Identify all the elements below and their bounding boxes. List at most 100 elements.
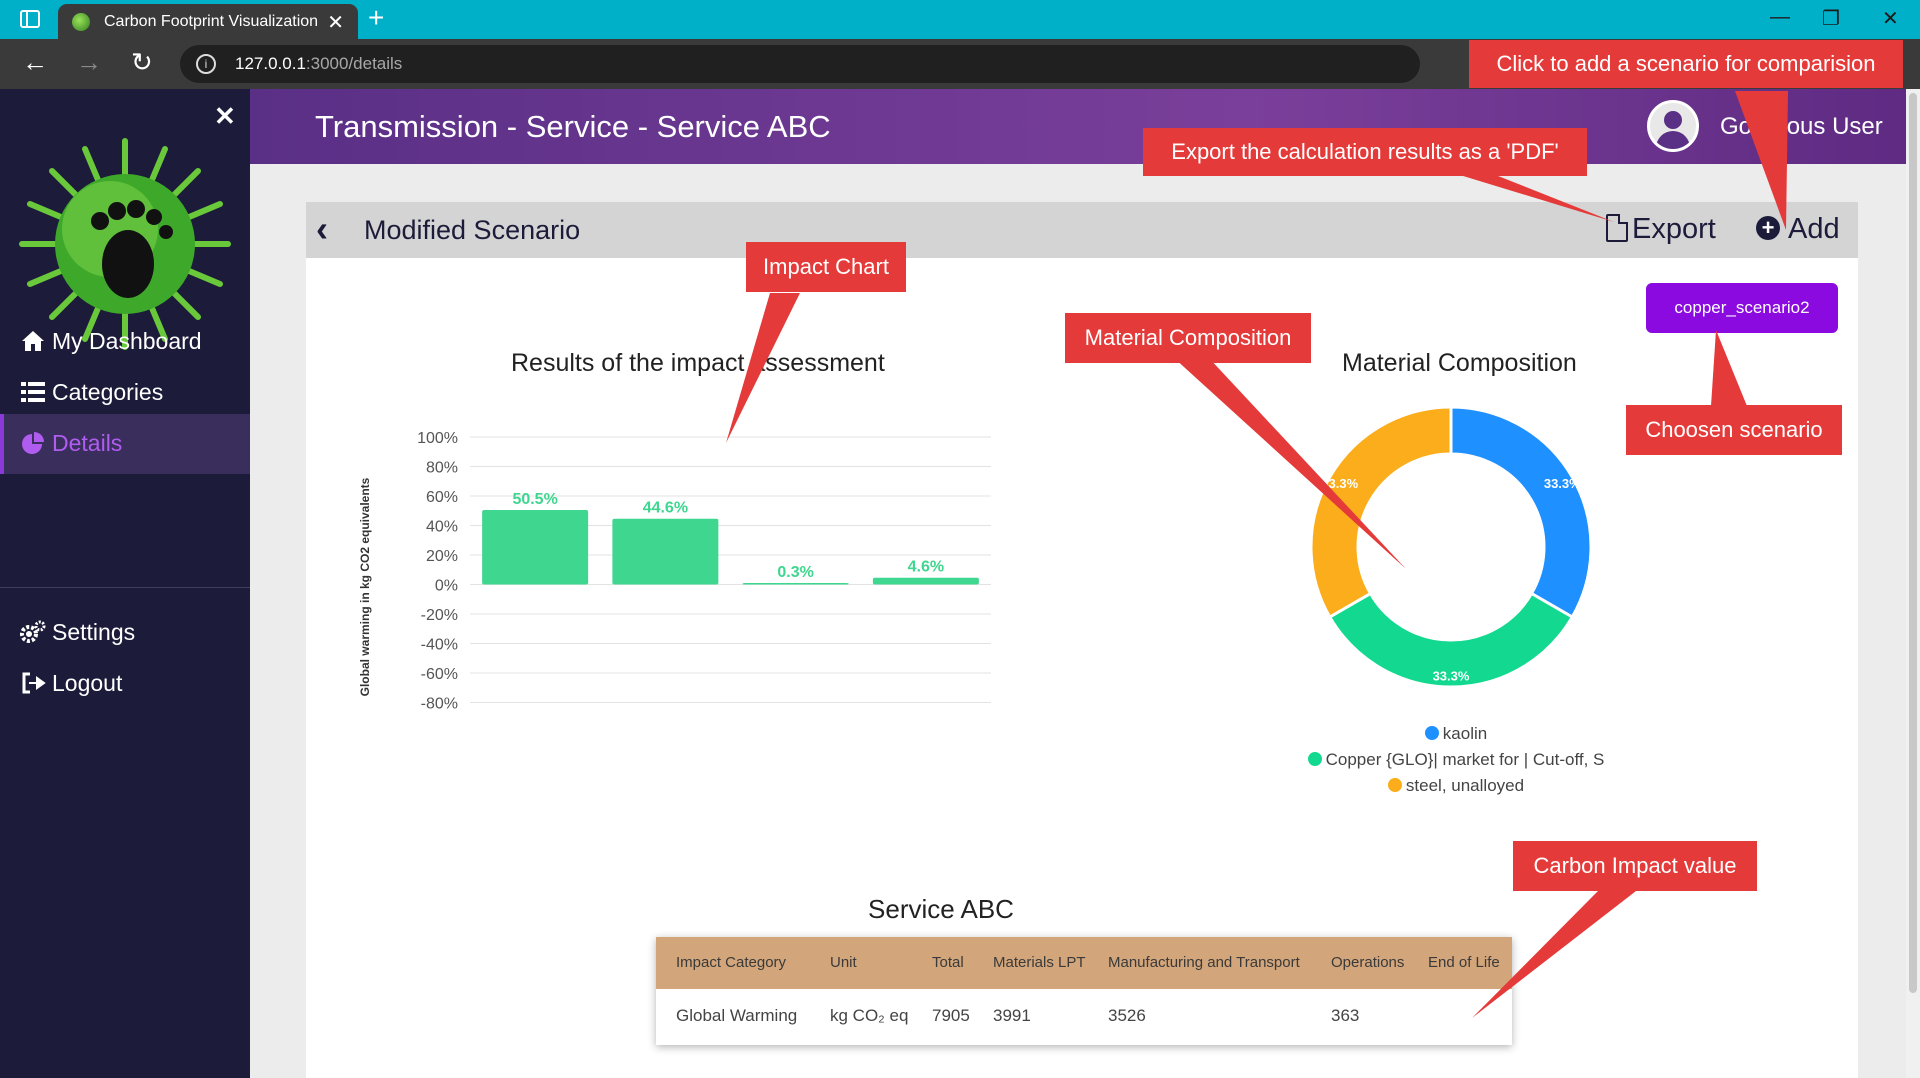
legend-dot-icon xyxy=(1387,778,1402,792)
table-cell: 7905 xyxy=(932,1006,970,1025)
logout-icon xyxy=(22,672,46,694)
table-header-cell: Operations xyxy=(1331,954,1405,971)
table-header-cell: Impact Category xyxy=(676,954,787,971)
donut-slice[interactable] xyxy=(1449,405,1593,620)
url-text: 127.0.0.1:3000/details xyxy=(235,54,403,73)
bar[interactable] xyxy=(872,577,979,585)
annotation-chosen-scenario: Choosen scenario xyxy=(1626,405,1842,455)
pie-chart-icon xyxy=(22,432,44,454)
sidebar-item-label: Details xyxy=(52,430,123,456)
slice-data-label: 33.3% xyxy=(1544,476,1581,491)
slice-data-label: 33.3% xyxy=(1433,669,1470,684)
home-icon xyxy=(22,331,44,351)
annotation-add: Click to add a scenario for comparision xyxy=(1469,40,1903,88)
table-cell: 363 xyxy=(1331,1006,1360,1025)
y-tick-label: -80% xyxy=(421,696,458,713)
material-donut-chart: 33.3% 33.3% 33.3% xyxy=(1309,405,1593,689)
bar[interactable] xyxy=(482,510,589,585)
legend-item[interactable]: kaolin xyxy=(1206,721,1706,747)
y-tick-label: 100% xyxy=(417,430,458,447)
tab-title: Carbon Footprint Visualization xyxy=(104,13,319,30)
donut-slice[interactable] xyxy=(1309,405,1453,620)
y-tick-label: 20% xyxy=(426,548,458,565)
scenario-title: Modified Scenario xyxy=(364,215,581,245)
favicon-icon xyxy=(72,13,90,31)
add-scenario-button[interactable]: + Add xyxy=(1756,213,1840,246)
y-tick-label: 80% xyxy=(426,460,458,477)
pie-chart-title: Material Composition xyxy=(1342,349,1577,377)
y-tick-label: -40% xyxy=(421,637,458,654)
gears-icon xyxy=(20,620,46,643)
bar-data-label: 4.6% xyxy=(908,559,944,576)
sidebar: ✕ My Dashboard Categories Details Settin… xyxy=(0,89,250,1078)
y-tick-label: -60% xyxy=(421,666,458,683)
user-avatar-icon[interactable] xyxy=(1647,100,1699,152)
page-header: Transmission - Service - Service ABC Gor… xyxy=(250,89,1920,164)
chosen-scenario-button[interactable]: copper_scenario2 xyxy=(1646,283,1838,333)
bar[interactable] xyxy=(742,583,849,585)
page-scrollbar[interactable] xyxy=(1906,89,1920,1078)
table-header-cell: Manufacturing and Transport xyxy=(1108,954,1300,971)
table-header-cell: Total xyxy=(932,954,964,971)
sidebar-item-label: My Dashboard xyxy=(52,328,202,354)
tab-close-icon[interactable]: ✕ xyxy=(327,10,344,35)
list-icon xyxy=(21,382,45,402)
site-info-icon[interactable]: i xyxy=(196,54,216,74)
annotation-impact-chart: Impact Chart xyxy=(746,242,906,292)
scenario-toolbar: ‹ Modified Scenario Export + Add xyxy=(306,202,1858,258)
pdf-file-icon xyxy=(1606,214,1628,242)
sidebar-item-details[interactable]: Details xyxy=(0,414,250,474)
url-field[interactable]: i 127.0.0.1:3000/details xyxy=(180,45,1420,83)
sidebar-close-icon[interactable]: ✕ xyxy=(214,101,236,132)
browser-tab-bar: Carbon Footprint Visualization ✕ + — ❐ ✕ xyxy=(0,0,1920,39)
plus-circle-icon: + xyxy=(1756,216,1780,240)
minimize-icon[interactable]: — xyxy=(1770,6,1790,29)
annotation-carbon-impact: Carbon Impact value xyxy=(1513,841,1757,891)
user-name[interactable]: Gorgeous User xyxy=(1720,113,1883,141)
legend-item[interactable]: Copper {GLO}| market for | Cut-off, S xyxy=(1206,747,1706,773)
y-tick-label: 0% xyxy=(435,578,458,595)
legend-item[interactable]: steel, unalloyed xyxy=(1206,773,1706,799)
y-tick-label: -100% xyxy=(412,725,458,727)
forward-arrow-icon[interactable]: → xyxy=(76,47,102,78)
bar-data-label: 44.6% xyxy=(643,500,688,517)
pie-legend: kaolin Copper {GLO}| market for | Cut-of… xyxy=(1206,721,1706,799)
back-chevron-icon[interactable]: ‹ xyxy=(316,208,328,250)
table-cell: kg CO₂ eq xyxy=(830,1006,909,1025)
table-cell: Global Warming xyxy=(676,1006,798,1025)
table-cell: 3526 xyxy=(1108,1006,1146,1025)
sidebar-toggle-icon[interactable] xyxy=(20,10,40,28)
scrollbar-thumb[interactable] xyxy=(1909,93,1917,993)
y-axis-label: Global warming in kg CO2 equivalents xyxy=(358,477,372,696)
bar-chart-title: Results of the impact assessment xyxy=(511,349,885,377)
table-header-cell: End of Life xyxy=(1428,954,1500,971)
main-content: ‹ Modified Scenario Export + Add copper_s… xyxy=(250,164,1920,1078)
window-close-icon[interactable]: ✕ xyxy=(1882,6,1899,31)
slice-data-label: 33.3% xyxy=(1321,476,1358,491)
export-button[interactable]: Export xyxy=(1606,213,1716,246)
table-header-cell: Materials LPT xyxy=(993,954,1086,971)
sidebar-item-logout[interactable]: Logout xyxy=(0,654,250,714)
bar-data-label: 0.3% xyxy=(777,564,813,581)
table-cell: 3991 xyxy=(993,1006,1031,1025)
restore-icon[interactable]: ❐ xyxy=(1822,6,1840,31)
y-tick-label: -20% xyxy=(421,607,458,624)
bar-data-label: 50.5% xyxy=(512,491,557,508)
y-tick-label: 60% xyxy=(426,489,458,506)
page-title: Transmission - Service - Service ABC xyxy=(315,109,831,144)
new-tab-icon[interactable]: + xyxy=(368,2,384,34)
table-header-cell: Unit xyxy=(830,954,857,971)
table-title: Service ABC xyxy=(868,894,1014,924)
sidebar-item-label: Categories xyxy=(52,379,164,405)
browser-tab[interactable]: Carbon Footprint Visualization ✕ xyxy=(58,4,358,39)
sidebar-item-label: Settings xyxy=(52,619,136,645)
y-tick-label: 40% xyxy=(426,519,458,536)
annotation-material-composition: Material Composition xyxy=(1065,313,1311,363)
reload-icon[interactable]: ↻ xyxy=(131,47,153,78)
legend-dot-icon xyxy=(1307,752,1322,766)
annotation-export: Export the calculation results as a 'PDF… xyxy=(1143,128,1587,176)
impact-bar-chart: 100% 80% 60% 40% 20% 0% -20% -40% -60% -80% -100% G… xyxy=(358,430,991,727)
bar[interactable] xyxy=(612,518,719,585)
back-arrow-icon[interactable]: ← xyxy=(22,47,48,78)
impact-table: Impact Category Unit Total Materials LPT… xyxy=(656,937,1512,1045)
